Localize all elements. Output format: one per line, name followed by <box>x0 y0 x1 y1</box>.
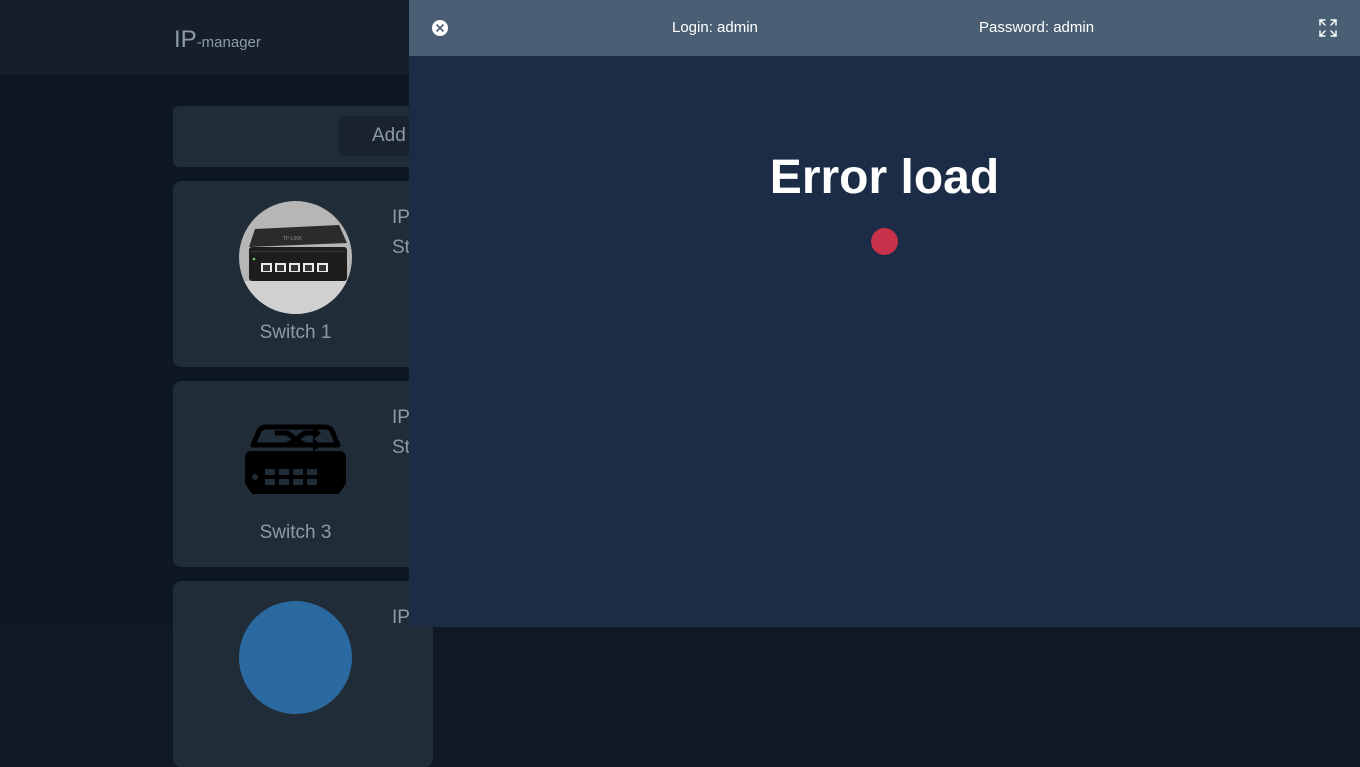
network-switch-photo: TP-LINK <box>239 201 352 314</box>
password-credential: Password: admin <box>979 19 1095 36</box>
device-status-label: St <box>392 437 410 458</box>
device-card[interactable]: TP-LINK Switch 1 IP St <box>173 181 433 367</box>
device-info: IP <box>392 603 410 633</box>
fullscreen-icon[interactable] <box>1319 19 1337 37</box>
device-card[interactable]: IP <box>173 581 433 767</box>
device-info: IP St <box>392 403 410 463</box>
network-switch-icon <box>239 401 352 514</box>
device-ip-label: IP <box>392 207 410 228</box>
device-ip-label: IP <box>392 607 410 628</box>
device-modal: Login: admin Password: admin Error load <box>409 0 1360 627</box>
logo-sub-text: -manager <box>196 34 261 51</box>
device-ip-label: IP <box>392 407 410 428</box>
device-name: Switch 3 <box>259 522 332 543</box>
status-indicator <box>871 228 898 255</box>
logo-main-text: IP <box>174 26 197 53</box>
svg-text:TP-LINK: TP-LINK <box>282 236 303 242</box>
device-status-label: St <box>392 237 410 258</box>
app-logo[interactable]: IP-manager <box>174 26 261 54</box>
toolbar-card: Add <box>173 106 433 167</box>
device-avatar-blue <box>239 601 352 714</box>
close-icon[interactable] <box>432 20 448 36</box>
device-card[interactable]: Switch 3 IP St <box>173 381 433 567</box>
device-name: Switch 1 <box>259 322 332 343</box>
error-title: Error load <box>769 151 1000 204</box>
device-info: IP St <box>392 203 410 263</box>
modal-header: Login: admin Password: admin <box>409 0 1360 56</box>
login-credential: Login: admin <box>672 19 758 36</box>
